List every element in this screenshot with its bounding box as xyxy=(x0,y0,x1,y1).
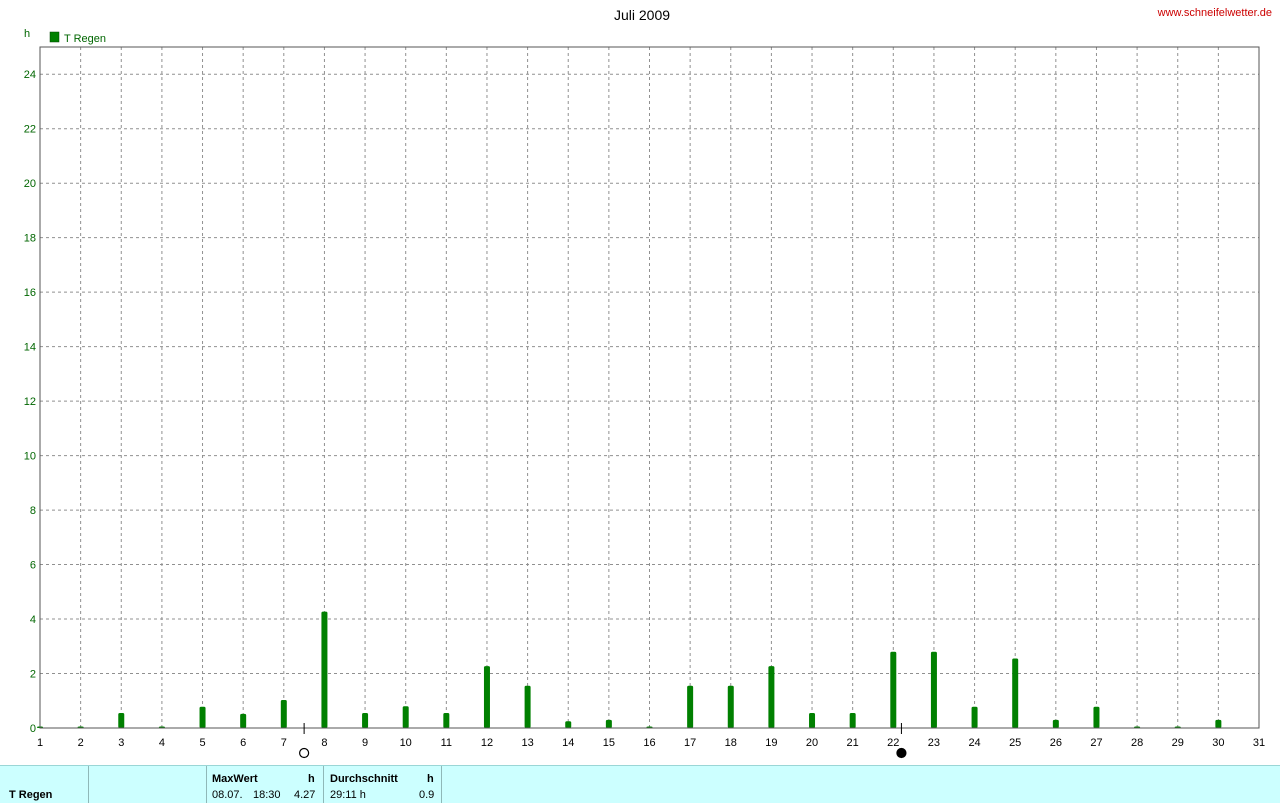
bar xyxy=(321,611,328,728)
bar xyxy=(1012,658,1019,728)
max-time: 18:30 xyxy=(253,789,281,801)
x-tick-label: 13 xyxy=(521,737,533,749)
bar xyxy=(930,651,937,728)
avg-value: 0.9 xyxy=(419,789,435,801)
bar xyxy=(849,713,856,728)
y-tick-label: 12 xyxy=(24,396,36,408)
x-tick-label: 22 xyxy=(887,737,899,749)
y-tick-label: 18 xyxy=(24,233,36,245)
bar xyxy=(890,651,897,728)
bar xyxy=(1093,706,1100,728)
x-tick-label: 21 xyxy=(847,737,859,749)
y-tick-label: 22 xyxy=(24,124,36,136)
bar xyxy=(809,713,816,728)
y-tick-label: 24 xyxy=(24,69,36,81)
bar xyxy=(687,685,694,728)
x-tick-label: 26 xyxy=(1050,737,1062,749)
x-tick-label: 16 xyxy=(643,737,655,749)
max-unit: h xyxy=(308,773,315,785)
bar xyxy=(565,721,572,728)
summary-max-cell: MaxWert h 08.07. 18:30 4.27 xyxy=(207,766,324,803)
y-tick-label: 2 xyxy=(30,669,36,681)
y-tick-label: 0 xyxy=(30,723,36,735)
x-tick-label: 2 xyxy=(78,737,84,749)
x-tick-label: 31 xyxy=(1253,737,1265,749)
x-tick-label: 3 xyxy=(118,737,124,749)
x-tick-label: 19 xyxy=(765,737,777,749)
x-tick-label: 1 xyxy=(37,737,43,749)
x-tick-label: 15 xyxy=(603,737,615,749)
x-tick-label: 11 xyxy=(441,737,452,749)
x-tick-label: 30 xyxy=(1212,737,1224,749)
bar xyxy=(727,685,734,728)
summary-series-label: T Regen xyxy=(9,789,53,801)
y-tick-label: 6 xyxy=(30,560,36,572)
bar xyxy=(443,713,450,728)
avg-total: 29:11 h xyxy=(330,789,366,801)
summary-empty-cell xyxy=(89,766,207,803)
bar xyxy=(118,713,125,728)
x-tick-label: 6 xyxy=(240,737,246,749)
x-tick-label: 17 xyxy=(684,737,696,749)
x-tick-label: 25 xyxy=(1009,737,1021,749)
x-tick-label: 10 xyxy=(400,737,412,749)
x-tick-label: 4 xyxy=(159,737,165,749)
y-axis-unit: h xyxy=(24,28,30,40)
avg-header: Durchschnitt xyxy=(330,773,398,785)
bar xyxy=(199,706,206,728)
bar xyxy=(280,699,287,728)
bar xyxy=(768,666,775,728)
x-tick-label: 5 xyxy=(199,737,205,749)
x-tick-label: 27 xyxy=(1090,737,1102,749)
bar xyxy=(1052,719,1059,728)
x-tick-label: 23 xyxy=(928,737,940,749)
rain-duration-chart: Juli 2009 www.schneifelwetter.de h T Reg… xyxy=(24,7,1272,759)
full-moon-icon xyxy=(299,747,310,759)
x-tick-label: 28 xyxy=(1131,737,1143,749)
x-tick-label: 18 xyxy=(725,737,737,749)
y-tick-label: 20 xyxy=(24,178,36,190)
max-value: 4.27 xyxy=(294,789,316,801)
x-tick-label: 20 xyxy=(806,737,818,749)
chart-title: Juli 2009 xyxy=(614,7,670,23)
legend-swatch xyxy=(49,31,60,43)
bar xyxy=(483,666,490,728)
x-tick-label: 12 xyxy=(481,737,493,749)
max-header: MaxWert xyxy=(212,773,258,785)
bar xyxy=(402,706,409,728)
x-tick-label: 29 xyxy=(1172,737,1184,749)
x-tick-label: 8 xyxy=(321,737,327,749)
summary-avg-cell: Durchschnitt h 29:11 h 0.9 xyxy=(324,766,442,803)
max-date: 08.07. xyxy=(212,789,243,801)
x-tick-label: 7 xyxy=(281,737,287,749)
website-label: www.schneifelwetter.de xyxy=(1157,7,1272,19)
new-moon-icon xyxy=(896,747,907,759)
x-tick-label: 14 xyxy=(562,737,574,749)
summary-bar: T Regen MaxWert h 08.07. 18:30 4.27 Durc… xyxy=(0,765,1280,803)
bar xyxy=(524,685,531,728)
summary-series-cell: T Regen xyxy=(0,766,89,803)
x-tick-labels: 1 2 3 4 5 6 7 8 9 10 11 12 13 14 15 16 17 18 19 20 21 22 23 24 2… xyxy=(37,737,1265,749)
avg-unit: h xyxy=(427,773,434,785)
y-tick-label: 8 xyxy=(30,505,36,517)
bar xyxy=(605,719,612,728)
y-tick-label: 14 xyxy=(24,342,36,354)
x-tick-label: 24 xyxy=(968,737,980,749)
x-tick-label: 9 xyxy=(362,737,368,749)
y-tick-label: 4 xyxy=(30,614,36,626)
y-tick-label: 16 xyxy=(24,287,36,299)
bar xyxy=(362,713,369,728)
bar xyxy=(971,706,978,728)
bar xyxy=(1215,719,1222,728)
bar xyxy=(240,713,247,728)
y-tick-labels: 024681012141618202224 xyxy=(24,69,36,735)
y-tick-label: 10 xyxy=(24,451,36,463)
legend-label: T Regen xyxy=(64,33,106,45)
